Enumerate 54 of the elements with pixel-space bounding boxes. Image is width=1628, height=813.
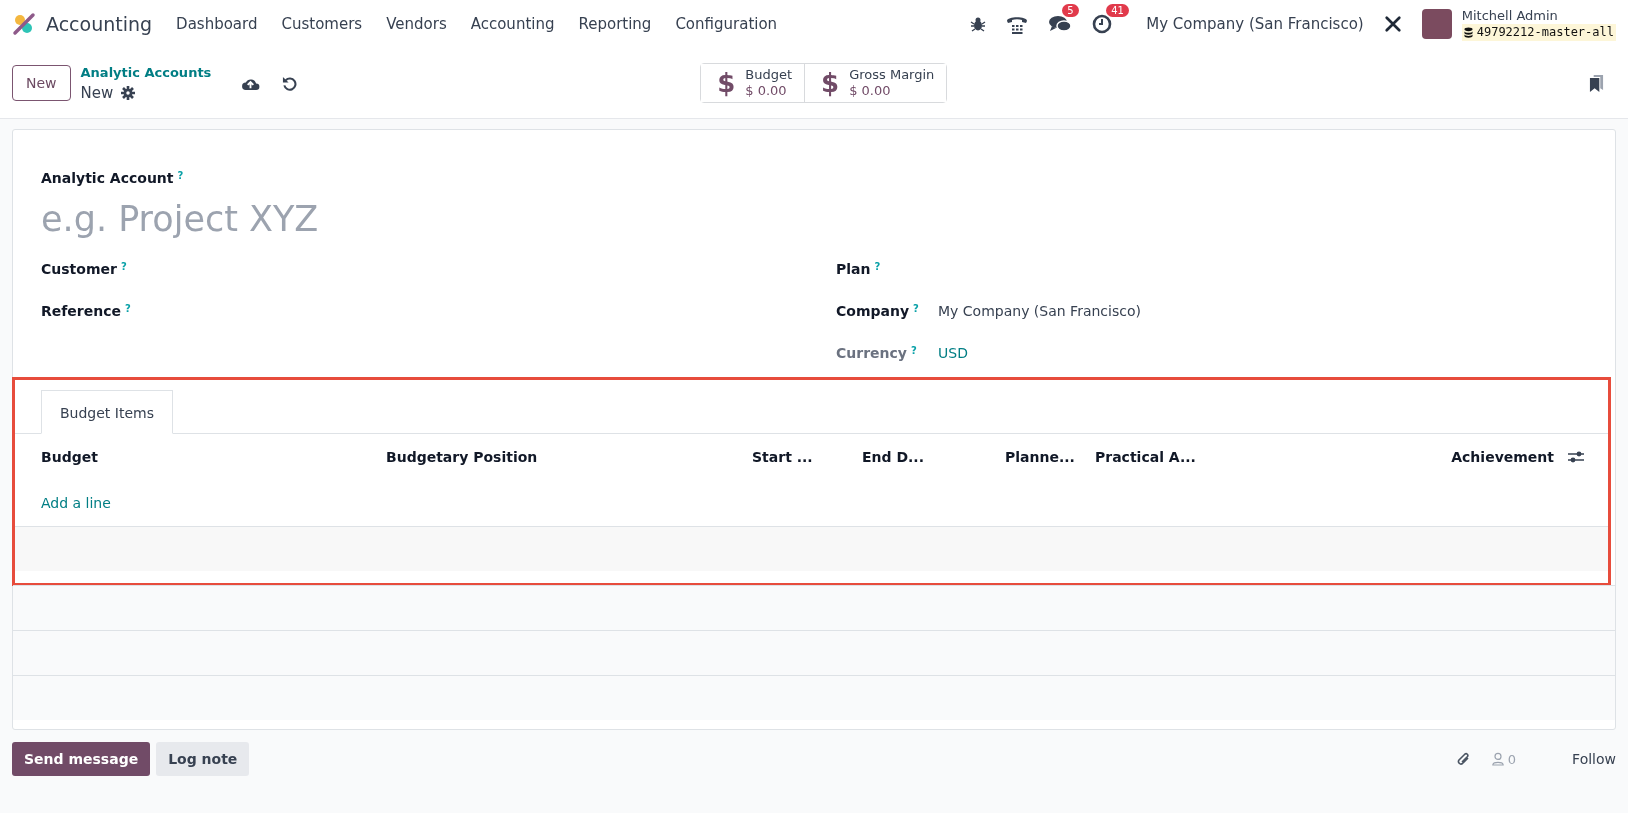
message-count: 5 [1062, 4, 1079, 17]
company-switcher[interactable]: My Company (San Francisco) [1146, 15, 1364, 33]
activity-count: 41 [1106, 4, 1129, 17]
new-button[interactable]: New [12, 65, 71, 101]
follow-button[interactable]: Follow [1572, 747, 1616, 771]
column-settings-icon[interactable] [1568, 450, 1584, 464]
dollar-icon: $ [821, 68, 840, 98]
user-avatar[interactable] [1421, 9, 1452, 39]
tab[interactable]: Budget Items [41, 390, 173, 434]
paperclip-icon[interactable] [1455, 750, 1472, 768]
bookmark-icon[interactable] [1589, 73, 1604, 93]
add-line-link[interactable]: Add a line [41, 495, 111, 511]
breadcrumb-link[interactable]: Analytic Accounts [80, 63, 231, 83]
record-name: New [80, 83, 114, 103]
menu-item[interactable]: Vendors [386, 15, 447, 33]
field-label: Company [836, 303, 910, 319]
column-header[interactable]: Planne... [1005, 449, 1095, 465]
menu-item[interactable]: Accounting [470, 15, 555, 33]
app-logo-icon[interactable] [12, 12, 36, 36]
dollar-icon: $ [717, 68, 736, 98]
database-name: 49792212-master-all [1461, 24, 1616, 41]
log-note-button[interactable]: Log note [156, 742, 250, 776]
field-value: My Company (San Francisco) [938, 303, 1142, 319]
phone-icon[interactable] [1006, 14, 1029, 34]
clock-icon[interactable] [1092, 14, 1113, 34]
column-header[interactable]: Budget [41, 449, 386, 465]
name-field[interactable]: e.g. Project XYZ [41, 186, 641, 239]
column-header[interactable]: End D... [862, 449, 1005, 465]
menu-item[interactable]: Dashboard [176, 15, 258, 33]
stat-value: $ 0.00 [745, 83, 787, 99]
field-label: Customer [41, 261, 117, 277]
field-label: Currency [836, 345, 907, 361]
menu-item[interactable]: Configuration [675, 15, 778, 33]
stat-value: $ 0.00 [849, 83, 891, 99]
send-message-button[interactable]: Send message [12, 742, 151, 776]
undo-icon[interactable] [281, 75, 297, 91]
field-value[interactable]: USD [938, 345, 1587, 361]
database-icon [1463, 27, 1473, 38]
menu-item[interactable]: Customers [281, 15, 363, 33]
gear-icon[interactable] [121, 86, 136, 100]
column-header[interactable]: Start ... [752, 449, 862, 465]
user-name[interactable]: Mitchell Admin [1461, 7, 1616, 24]
chat-icon[interactable] [1048, 14, 1073, 34]
column-header[interactable]: Budgetary Position [386, 449, 752, 465]
stat-label: Gross Margin [849, 67, 935, 83]
field-label: Analytic Account [41, 170, 174, 186]
stat-label: Budget [745, 67, 793, 83]
app-name[interactable]: Accounting [46, 13, 153, 35]
field-label: Reference [41, 303, 122, 319]
column-header[interactable]: Achievement [1451, 449, 1554, 465]
field-label: Plan [836, 261, 871, 277]
column-header[interactable]: Practical A... [1095, 449, 1452, 465]
bug-icon[interactable] [970, 16, 987, 32]
menu-item[interactable]: Reporting [578, 15, 652, 33]
